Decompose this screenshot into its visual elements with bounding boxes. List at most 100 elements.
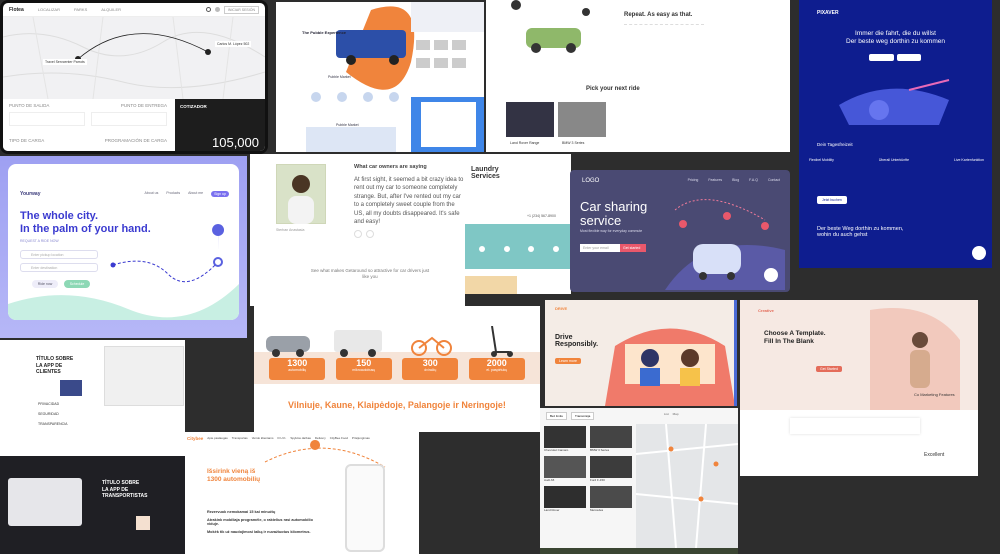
t10-stat-num: 2000 [486, 358, 507, 368]
t8-subtitle: Most flexible way for everyday commute [580, 229, 643, 233]
tile-whole-city: Yourway About us Products About me Sign … [0, 156, 247, 338]
t4-headline: Immer die fahrt, die du willst Der beste… [846, 30, 945, 46]
moodboard-canvas: Flotea LOCALIZAR PARKS ALQUILER INICIAR … [0, 0, 1000, 554]
t12-panel [790, 418, 920, 434]
t10-stat: 300 dviračių [402, 358, 459, 380]
t13-headline: Išsirink vieną iš 1300 automobilių [207, 468, 261, 483]
t12-cta-button[interactable]: Get Started [816, 366, 842, 372]
t7-steps [479, 246, 559, 252]
t1-nav: Flotea LOCALIZAR PARKS ALQUILER INICIAR … [3, 3, 265, 17]
t3-car-label[interactable]: Land Rover Range [510, 141, 539, 145]
t1-login-button[interactable]: INICIAR SESIÓN [223, 5, 259, 14]
t8-nav-item[interactable]: Contact [768, 178, 780, 182]
t14-filters: Bez limitu Transmisija [546, 412, 595, 420]
t9-item: SEGURIDAD [38, 412, 59, 416]
t12-feature-title: Co Marketing Features [914, 392, 955, 397]
t10-stat-label: mikroautobusų [352, 368, 376, 372]
t4-features: Flexibel Mobility Überall Unterkünfte Li… [809, 158, 984, 162]
t4-store-buttons[interactable] [869, 54, 921, 61]
t11-headline: Drive Responsibly. [555, 334, 599, 348]
t8-logo[interactable]: LOGO [582, 178, 599, 184]
t4-bottom-text: Der beste Weg dorthin zu kommen, wohin d… [817, 226, 904, 238]
t4-subtitle: Dein Tagesfreizeit [817, 142, 853, 147]
t1-map[interactable]: Travel Servcenter Parrots Carlos M. Lópe… [3, 16, 265, 100]
t14-car-name: Land Rover [544, 508, 560, 512]
t1-quote-title: COTIZADOR [180, 104, 207, 109]
t1-dest-label: Carlos M. López 502 [215, 41, 252, 47]
t8-email-input[interactable]: Enter your email [580, 244, 620, 252]
t11-car-illustration [605, 328, 734, 406]
tile-van-rental: The Pubble Experience Pubble Market Pubb… [276, 2, 484, 152]
tile-repeat-rides: Repeat. As easy as that. Pick your next … [486, 0, 790, 152]
t10-stat-label: el. paspirtukų [486, 368, 508, 372]
t12-logo[interactable]: Creative [758, 308, 774, 313]
t9-heading-transport: TÍTULO SOBRE LA APP DE TRANSPORTISTAS [102, 480, 148, 499]
t2-footer: Pubble Market [336, 123, 359, 127]
t1-dest-card[interactable] [91, 112, 167, 126]
t8-nav-item[interactable]: Pricing [688, 178, 699, 182]
t8-nav-item[interactable]: Features [708, 178, 722, 182]
t8-headline: Car sharing service [580, 199, 648, 229]
t11-logo[interactable]: DRIVE [555, 306, 567, 311]
t1-map-svg [3, 16, 265, 100]
tile-car-list-map: Bez limitu Transmisija List Map Chevrole… [540, 408, 738, 554]
t2-title: The Pubble Experience [302, 30, 347, 35]
t1-nav-item[interactable]: LOCALIZAR [38, 7, 60, 12]
t14-toggle[interactable]: List [664, 412, 669, 416]
t7-title: Laundry Services [471, 166, 500, 180]
t3-pick-title: Pick your next ride [586, 86, 640, 92]
t6-next-button[interactable] [366, 230, 374, 238]
t11-cta-button[interactable]: Learn more [555, 358, 581, 364]
t14-car-name: Mercedes [590, 508, 604, 512]
t4-logo[interactable]: PIXAVER [817, 10, 839, 16]
t14-map-svg [635, 423, 738, 549]
t4-feature: Überall Unterkünfte [878, 158, 910, 162]
t8-scan-icon[interactable] [764, 268, 778, 282]
t6-prev-button[interactable] [354, 230, 362, 238]
t14-filter-select[interactable]: Transmisija [571, 412, 595, 420]
t9-item: PRIVACIDAD [38, 402, 60, 406]
t5-card: Yourway About us Products About me Sign … [8, 164, 239, 320]
t8-nav-item[interactable]: F.A.Q [749, 178, 758, 182]
t1-clock-icon[interactable] [205, 7, 211, 12]
tile-citybee: Citybee Apie paslaugas Transportas Versl… [185, 432, 419, 554]
tile-map-rental: Flotea LOCALIZAR PARKS ALQUILER INICIAR … [0, 0, 268, 154]
t1-logo: Flotea [9, 6, 24, 13]
t1-route-panel: PUNTO DE SALIDA PUNTO DE ENTREGA TIPO DE… [3, 99, 173, 151]
t12-bottom: Excellent [924, 452, 945, 458]
t6-person-icon [288, 175, 314, 224]
t14-car-card[interactable]: Mercedes [590, 486, 632, 512]
t14-car-card[interactable]: Audi A5 [544, 456, 586, 482]
t14-filter-select[interactable]: Bez limitu [546, 412, 568, 420]
t10-stat: 2000 el. paspirtukų [468, 358, 525, 380]
tile-car-sharing: LOGO Pricing Features Blog F.A.Q Contact… [570, 170, 790, 292]
t8-nav-item[interactable]: Blog [732, 178, 739, 182]
t9-item: TRANSPARENCIA [38, 422, 68, 426]
t1-avatar[interactable] [214, 7, 220, 12]
t14-map[interactable] [635, 423, 738, 549]
t4-scan-icon[interactable] [972, 246, 986, 260]
t14-grid: Chevrolet Camaro BMW 3 Series Audi A5 Fo… [544, 426, 632, 512]
t1-panel-foot: TIPO DE CARGA [9, 138, 45, 143]
t1-nav-item[interactable]: ALQUILER [101, 7, 121, 12]
t4-cta-button[interactable]: Jetzt buchen [817, 196, 847, 204]
t13-list-item: Rezervuok nemokamai 15 kai minučių [207, 510, 276, 514]
t3-car-label[interactable]: BMW 3 Series [562, 141, 584, 145]
t13-list-item: Mokėk tik už naudojimosi laiką ir nuvaži… [207, 530, 311, 534]
t10-stat-num: 150 [356, 358, 372, 368]
tile-drive-responsibly: DRIVE Drive Responsibly. Learn more [545, 300, 737, 406]
t10-stat: 1300 automobilių [269, 358, 326, 380]
t12-headline: Choose A Template. Fill In The Blank [764, 330, 826, 346]
t13-phone[interactable] [345, 464, 385, 552]
t14-car-card[interactable]: Land Rover [544, 486, 586, 512]
t1-nav-item[interactable]: PARKS [74, 7, 87, 12]
t14-car-card[interactable]: Chevrolet Camaro [544, 426, 586, 452]
t9-peach-block [136, 516, 150, 530]
t1-origin-card[interactable] [9, 112, 85, 126]
t14-toggle[interactable]: Map [673, 412, 679, 416]
t1-price: 105,000 [212, 135, 259, 150]
t14-car-card[interactable]: BMW 3 Series [590, 426, 632, 452]
t8-start-button[interactable]: Get started [620, 244, 646, 252]
t10-stat-label: dviračių [424, 368, 437, 372]
t14-car-card[interactable]: Ford F-150 [590, 456, 632, 482]
